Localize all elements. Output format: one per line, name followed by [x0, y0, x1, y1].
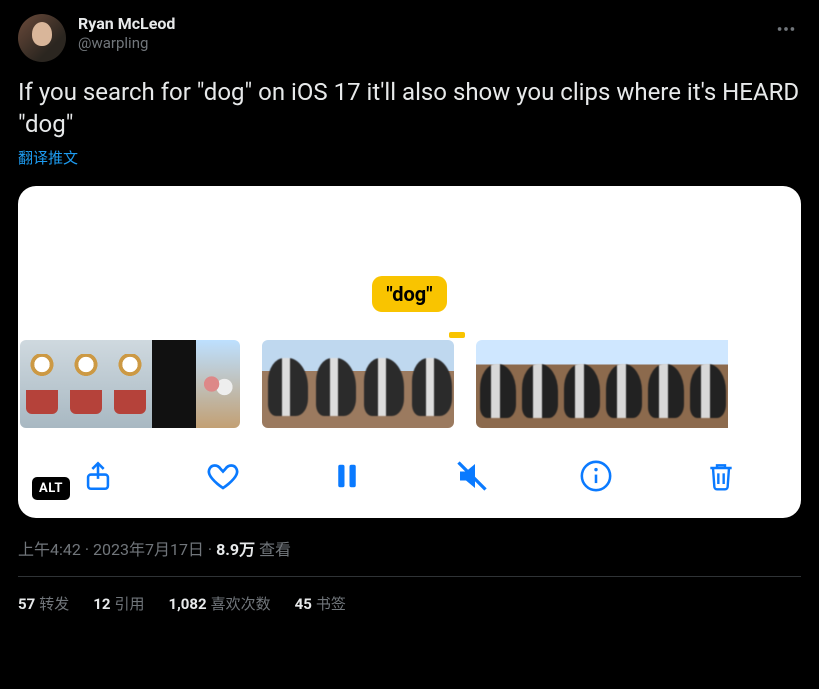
clip-thumb [108, 340, 152, 428]
like-button[interactable] [201, 454, 245, 498]
tweet-header: Ryan McLeod @warpling [18, 14, 801, 62]
search-bubble-wrap: "dog" [18, 276, 801, 312]
clip-thumb [262, 340, 310, 428]
mute-icon [454, 458, 490, 494]
clip-thumb [20, 340, 64, 428]
display-name: Ryan McLeod [78, 14, 771, 34]
clip-thumb [560, 340, 602, 428]
stat-count: 1,082 [168, 595, 206, 613]
ellipsis-icon [775, 18, 797, 40]
stat-label: 引用 [114, 595, 144, 613]
views-label: 查看 [259, 540, 291, 559]
clip-thumb [310, 340, 358, 428]
clip-thumb [476, 340, 518, 428]
delete-button[interactable] [699, 454, 743, 498]
clip-thumb [644, 340, 686, 428]
tweet-stats: 57转发 12引用 1,082 喜欢次数 45书签 [18, 577, 801, 614]
mute-button[interactable] [450, 454, 494, 498]
tweet-container: Ryan McLeod @warpling If you search for … [0, 0, 819, 614]
author-handle: @warpling [78, 34, 771, 53]
stat-count: 12 [93, 595, 110, 613]
stat-count: 45 [295, 595, 312, 613]
author-names[interactable]: Ryan McLeod @warpling [78, 14, 771, 53]
info-button[interactable] [574, 454, 618, 498]
alt-badge[interactable]: ALT [32, 477, 70, 500]
more-button[interactable] [771, 14, 801, 44]
pause-icon [332, 459, 362, 493]
clip-group-3[interactable] [476, 340, 799, 428]
clip-thumb [406, 340, 454, 428]
clip-group-1[interactable] [20, 340, 240, 428]
pause-button[interactable] [325, 454, 369, 498]
avatar[interactable] [18, 14, 66, 62]
tweet-meta: 上午4:42 · 2023年7月17日 · 8.9万 查看 [18, 536, 801, 560]
stat-label: 喜欢次数 [211, 595, 271, 613]
tweet-date[interactable]: 2023年7月17日 [93, 540, 204, 559]
trash-icon [705, 459, 737, 493]
clip-thumb [602, 340, 644, 428]
clip-group-2[interactable] [262, 340, 454, 428]
heart-icon [205, 458, 241, 494]
likes-stat[interactable]: 1,082 喜欢次数 [168, 593, 270, 614]
share-icon [81, 459, 115, 493]
clip-thumb [686, 340, 728, 428]
stat-count: 57 [18, 595, 35, 613]
media-whitespace [18, 186, 801, 276]
stat-label: 转发 [39, 595, 69, 613]
translate-link[interactable]: 翻译推文 [18, 147, 801, 168]
clip-thumb [358, 340, 406, 428]
views-count: 8.9万 [216, 540, 255, 559]
clip-thumb [152, 340, 196, 428]
stat-label: 书签 [316, 595, 346, 613]
clip-thumb [196, 340, 240, 428]
tweet-text: If you search for "dog" on iOS 17 it'll … [18, 76, 801, 141]
video-timeline[interactable] [18, 340, 801, 428]
search-bubble-tick [449, 332, 465, 338]
info-icon [579, 459, 613, 493]
clip-thumb [518, 340, 560, 428]
share-button[interactable] [76, 454, 120, 498]
tweet-time[interactable]: 上午4:42 [18, 540, 81, 559]
quotes-stat[interactable]: 12引用 [93, 593, 144, 614]
bookmarks-stat[interactable]: 45书签 [295, 593, 346, 614]
media-toolbar [18, 428, 801, 506]
clip-thumb [64, 340, 108, 428]
search-bubble: "dog" [372, 276, 446, 312]
media-card[interactable]: "dog" [18, 186, 801, 518]
retweets-stat[interactable]: 57转发 [18, 593, 69, 614]
